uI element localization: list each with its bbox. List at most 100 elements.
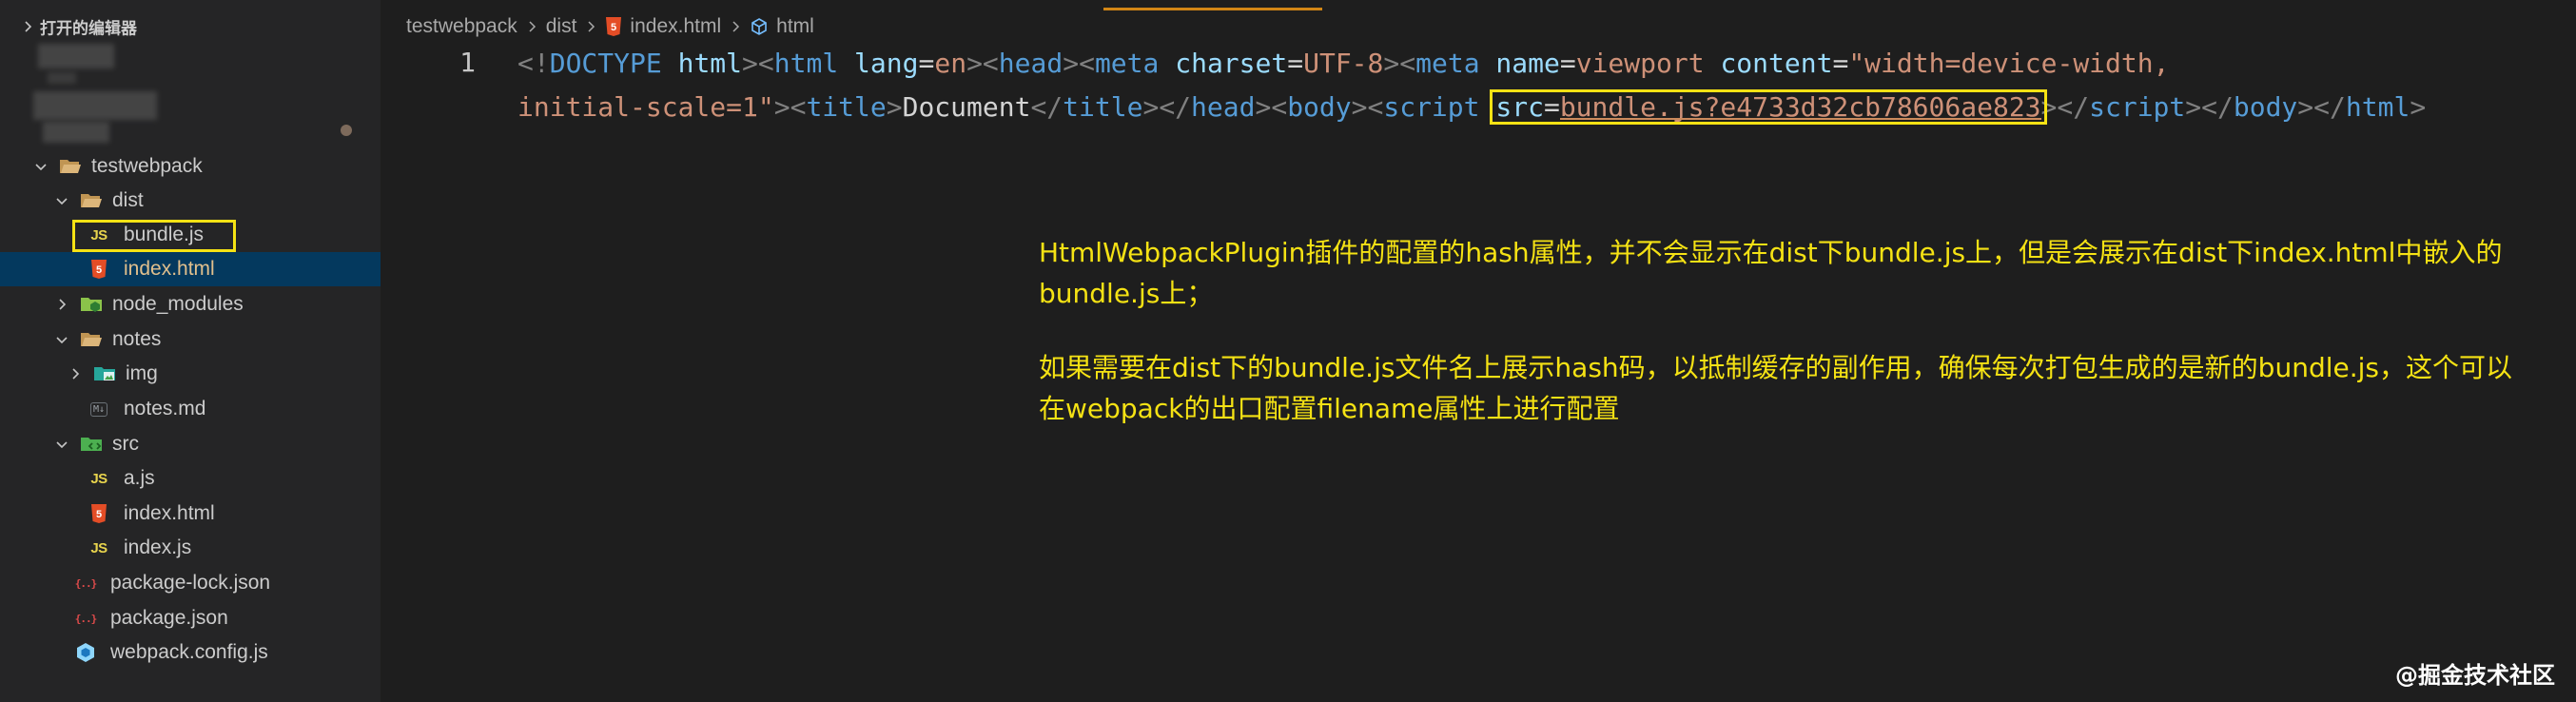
tree-item-label: package-lock.json <box>110 572 271 594</box>
code-token: viewport <box>1575 48 1705 79</box>
folder-open-icon <box>80 329 103 350</box>
code-token: html <box>773 48 839 79</box>
tree-item-label: src <box>112 433 139 455</box>
code-token: ></ <box>1142 91 1192 123</box>
code-token: meta <box>1415 48 1480 79</box>
code-token: initial-scale=1" <box>517 91 774 123</box>
code-token: = <box>1559 48 1576 79</box>
tree-item-dist[interactable]: dist <box>0 184 381 218</box>
html-file-icon: 5 <box>88 503 110 524</box>
code-token: Document <box>902 91 1031 123</box>
folder-open-icon <box>80 190 103 211</box>
code-token: > <box>886 91 903 123</box>
code-token: </ <box>1030 91 1064 123</box>
code-token: >< <box>1383 48 1416 79</box>
code-token: title <box>806 91 887 123</box>
code-token: head <box>998 48 1064 79</box>
tree-item-a-js[interactable]: JS a.js <box>0 461 381 496</box>
html-file-icon: 5 <box>605 16 622 37</box>
code-token: >< <box>966 48 999 79</box>
code-token: charset <box>1175 48 1288 79</box>
code-token: = <box>1287 48 1304 79</box>
code-token: title <box>1063 91 1143 123</box>
tree-item-label: package.json <box>110 607 228 629</box>
highlight-box-bundle-js <box>72 220 236 252</box>
code-token: >< <box>773 91 807 123</box>
breadcrumb-item-testwebpack[interactable]: testwebpack <box>406 15 517 38</box>
code-token: head <box>1191 91 1256 123</box>
webpack-config-icon <box>74 642 97 663</box>
tree-item-label: index.js <box>124 536 192 558</box>
code-token: >< <box>1351 91 1384 123</box>
code-token: >< <box>1255 91 1288 123</box>
tree-item-testwebpack[interactable]: testwebpack <box>0 149 381 184</box>
tree-item-node-modules[interactable]: node_modules <box>0 287 381 322</box>
open-editors-header[interactable]: 打开的编辑器 <box>0 11 381 42</box>
tree-item-label: testwebpack <box>91 155 203 177</box>
tree-item-index-html[interactable]: 5 index.html <box>0 252 381 286</box>
code-line-1[interactable]: <!DOCTYPE html><html lang=en><head><meta… <box>517 45 2169 83</box>
svg-text:5: 5 <box>96 264 102 276</box>
tree-item-label: notes.md <box>124 398 206 419</box>
tree-item-label: index.html <box>124 502 215 524</box>
tree-item-notes-md[interactable]: M↓ notes.md <box>0 392 381 426</box>
tree-item-package-json[interactable]: {..} package.json <box>0 601 381 635</box>
symbol-element-icon <box>750 17 769 36</box>
code-token: / <box>2330 91 2346 123</box>
open-editors-label: 打开的编辑器 <box>40 19 137 39</box>
tree-item-label: img <box>126 362 158 384</box>
image-folder-icon <box>93 363 116 384</box>
markdown-file-icon: M↓ <box>88 399 110 419</box>
annotation-paragraph-2: 如果需要在dist下的bundle.js文件名上展示hash码，以抵制缓存的副作… <box>1039 352 2512 424</box>
code-token: en <box>934 48 967 79</box>
js-file-icon: JS <box>90 470 107 487</box>
breadcrumb-item-dist[interactable]: dist <box>546 15 577 38</box>
node-folder-icon <box>80 294 103 315</box>
tree-item-src[interactable]: src <box>0 427 381 461</box>
code-token: >< <box>1063 48 1095 79</box>
code-token: UTF-8 <box>1303 48 1384 79</box>
chevron-down-icon[interactable] <box>55 194 68 207</box>
line-number: 1 <box>459 47 476 78</box>
chevron-down-icon[interactable] <box>55 438 68 451</box>
tree-item-index-js[interactable]: JS index.js <box>0 531 381 565</box>
watermark: @掘金技术社区 <box>2395 662 2555 689</box>
code-token: script <box>1383 91 1480 123</box>
code-token: body <box>1287 91 1352 123</box>
code-token: content <box>1720 48 1833 79</box>
code-token: >< <box>742 48 774 79</box>
code-token: html <box>2345 91 2410 123</box>
code-token: >< <box>2297 91 2331 123</box>
warning-underline <box>1559 118 2041 120</box>
code-token: ></ <box>2040 91 2090 123</box>
code-token: "width=device-width, <box>1848 48 2170 79</box>
src-folder-icon <box>80 434 103 455</box>
chevron-down-icon[interactable] <box>34 160 48 173</box>
breadcrumb-item-index-html[interactable]: 5 index.html <box>605 15 721 38</box>
chevron-down-icon[interactable] <box>55 333 68 346</box>
folder-open-icon <box>59 156 82 177</box>
json-file-icon: {..} <box>74 612 97 625</box>
tree-item-label: webpack.config.js <box>110 641 268 663</box>
tree-item-notes[interactable]: notes <box>0 322 381 357</box>
tree-item-package-lock-json[interactable]: {..} package-lock.json <box>0 566 381 600</box>
code-token: > <box>2410 91 2427 123</box>
tree-item-label: a.js <box>124 467 155 489</box>
tree-item-index-html[interactable]: 5 index.html <box>0 497 381 531</box>
breadcrumb-item-html-element[interactable]: html <box>750 15 814 38</box>
tree-item-label: index.html <box>124 258 215 280</box>
json-file-icon: {..} <box>74 576 97 590</box>
chevron-right-icon[interactable] <box>55 298 68 311</box>
chevron-right-icon <box>529 21 536 32</box>
code-token: body <box>2233 91 2298 123</box>
chevron-right-icon[interactable] <box>21 20 34 33</box>
code-line-1-wrap[interactable]: initial-scale=1"><title>Document</title>… <box>517 88 2426 127</box>
chevron-right-icon[interactable] <box>68 367 82 380</box>
tree-item-webpack-config-js[interactable]: webpack.config.js <box>0 635 381 670</box>
tree-item-label: notes <box>112 328 162 350</box>
tree-item-img[interactable]: img <box>0 357 381 391</box>
